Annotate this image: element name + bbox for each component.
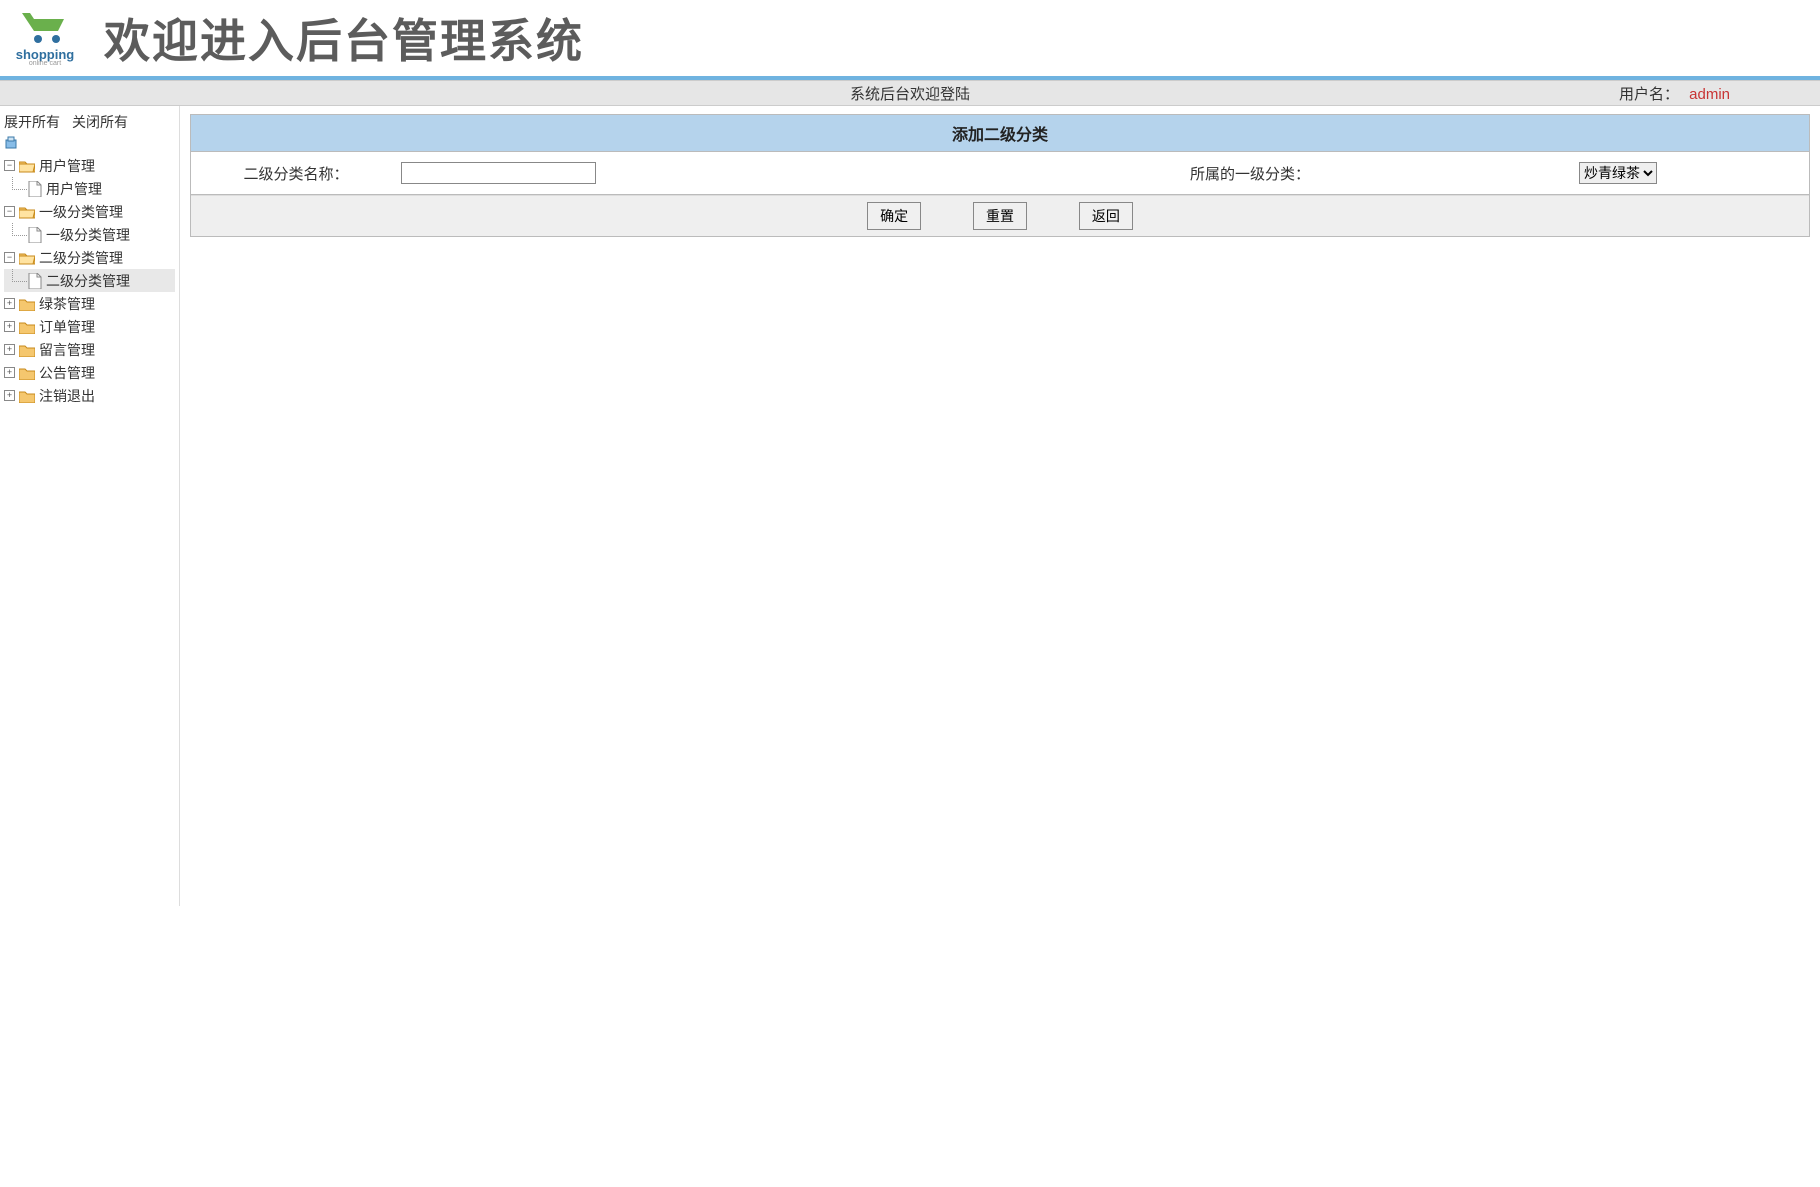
sidebar-item-label: 订单管理 (39, 317, 95, 337)
sidebar-item-label: 留言管理 (39, 340, 95, 360)
sidebar-item-order-mgmt[interactable]: + 订单管理 (4, 315, 175, 338)
page-icon (28, 227, 42, 243)
sidebar-item-label: 二级分类管理 (39, 248, 123, 268)
expander-minus-icon[interactable]: − (4, 206, 15, 217)
layout: 展开所有 关闭所有 − 用户管理 用户管理 − 一级分类管理 (0, 106, 1820, 906)
folder-closed-icon (19, 320, 35, 334)
parent-category-select[interactable]: 炒青绿茶 (1579, 162, 1657, 184)
expander-plus-icon[interactable]: + (4, 298, 15, 309)
sidebar-item-level1-mgmt[interactable]: − 一级分类管理 (4, 200, 175, 223)
site-title: 欢迎进入后台管理系统 (104, 5, 584, 71)
sidebar-item-label: 注销退出 (39, 386, 95, 406)
folder-closed-icon (19, 297, 35, 311)
user-name: admin (1689, 86, 1730, 103)
folder-open-icon (19, 205, 35, 219)
sidebar-child-level2-mgmt[interactable]: 二级分类管理 (4, 269, 175, 292)
sidebar-item-label: 一级分类管理 (39, 202, 123, 222)
tree-controls: 展开所有 关闭所有 (4, 112, 175, 132)
sidebar-item-notice-mgmt[interactable]: + 公告管理 (4, 361, 175, 384)
expander-minus-icon[interactable]: − (4, 252, 15, 263)
user-label: 用户名： (1619, 86, 1679, 103)
expander-plus-icon[interactable]: + (4, 390, 15, 401)
folder-closed-icon (19, 389, 35, 403)
panel-body: 二级分类名称： 所属的一级分类： 炒青绿茶 (191, 152, 1809, 195)
panel-title: 添加二级分类 (191, 115, 1809, 152)
form-row: 二级分类名称： 所属的一级分类： 炒青绿茶 (191, 162, 1809, 184)
back-button[interactable]: 返回 (1079, 202, 1133, 230)
folder-open-icon (19, 159, 35, 173)
expander-plus-icon[interactable]: + (4, 367, 15, 378)
sidebar: 展开所有 关闭所有 − 用户管理 用户管理 − 一级分类管理 (0, 106, 180, 906)
sidebar-child-label: 二级分类管理 (46, 271, 130, 291)
cart-icon (18, 9, 72, 45)
header: shopping online cart 欢迎进入后台管理系统 (0, 0, 1820, 80)
info-bar: 系统后台欢迎登陆 用户名： admin (0, 80, 1820, 106)
sidebar-item-label: 用户管理 (39, 156, 95, 176)
expander-minus-icon[interactable]: − (4, 160, 15, 171)
main-content: 添加二级分类 二级分类名称： 所属的一级分类： 炒青绿茶 确定 (180, 106, 1820, 906)
expand-all[interactable]: 展开所有 (4, 112, 60, 132)
expander-plus-icon[interactable]: + (4, 344, 15, 355)
sidebar-item-level2-mgmt[interactable]: − 二级分类管理 (4, 246, 175, 269)
ok-button[interactable]: 确定 (867, 202, 921, 230)
logo-text-sub: online cart (29, 60, 61, 67)
logo: shopping online cart (6, 3, 84, 73)
welcome-text: 系统后台欢迎登陆 (850, 83, 970, 104)
sidebar-item-label: 绿茶管理 (39, 294, 95, 314)
login-info: 用户名： admin (1619, 83, 1730, 104)
panel-footer: 确定 重置 返回 (191, 195, 1809, 236)
reset-button[interactable]: 重置 (973, 202, 1027, 230)
category-name-input[interactable] (401, 162, 596, 184)
sidebar-item-greentea-mgmt[interactable]: + 绿茶管理 (4, 292, 175, 315)
label-category-name: 二级分类名称： (191, 163, 401, 184)
sidebar-item-logout[interactable]: + 注销退出 (4, 384, 175, 407)
sidebar-child-level1-mgmt[interactable]: 一级分类管理 (4, 223, 175, 246)
sidebar-item-label: 公告管理 (39, 363, 95, 383)
folder-closed-icon (19, 343, 35, 357)
sidebar-child-label: 用户管理 (46, 179, 102, 199)
tree-root-icon (4, 136, 18, 150)
folder-open-icon (19, 251, 35, 265)
sidebar-child-user-mgmt[interactable]: 用户管理 (4, 177, 175, 200)
page-icon (28, 181, 42, 197)
sidebar-child-label: 一级分类管理 (46, 225, 130, 245)
expander-plus-icon[interactable]: + (4, 321, 15, 332)
cell-input-parent: 炒青绿茶 (1579, 162, 1809, 184)
collapse-all[interactable]: 关闭所有 (72, 112, 128, 132)
sidebar-item-user-mgmt[interactable]: − 用户管理 (4, 154, 175, 177)
page-icon (28, 273, 42, 289)
label-parent-category: 所属的一级分类： (921, 163, 1579, 184)
form-panel: 添加二级分类 二级分类名称： 所属的一级分类： 炒青绿茶 确定 (190, 114, 1810, 237)
sidebar-item-message-mgmt[interactable]: + 留言管理 (4, 338, 175, 361)
cell-input-name (401, 162, 921, 184)
folder-closed-icon (19, 366, 35, 380)
